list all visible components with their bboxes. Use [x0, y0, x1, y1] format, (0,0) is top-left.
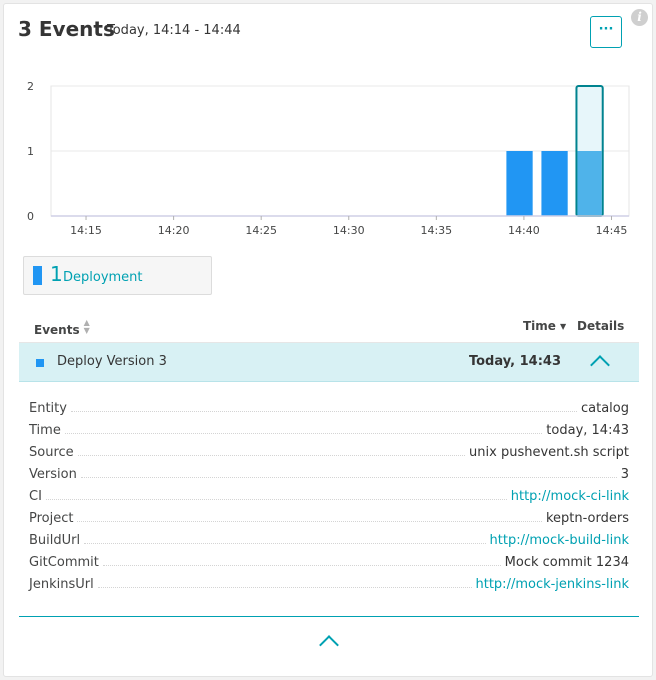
event-type-marker [36, 359, 44, 367]
detail-key: Version [29, 467, 77, 482]
detail-row: CI http://mock-ci-link [29, 489, 629, 511]
column-header-details: Details [577, 319, 625, 333]
detail-key: Project [29, 511, 74, 526]
detail-value: Mock commit 1234 [504, 555, 629, 570]
dotted-leader [84, 533, 486, 544]
x-tick-label: 14:15 [70, 224, 102, 237]
detail-link[interactable]: http://mock-jenkins-link [476, 577, 630, 592]
dotted-leader [77, 511, 542, 522]
table-row[interactable]: Deploy Version 3 Today, 14:43 [19, 343, 639, 382]
detail-key: Entity [29, 401, 67, 416]
column-header-events[interactable]: Events▲ ▼ [34, 318, 90, 338]
x-tick-label: 14:25 [245, 224, 277, 237]
detail-row: Source unix pushevent.sh script [29, 445, 629, 467]
dotted-leader [64, 423, 543, 434]
detail-row: Entity catalog [29, 401, 629, 423]
time-range-label: Today, 14:14 - 14:44 [107, 23, 241, 38]
bar [541, 151, 568, 216]
sort-icon: ▲ ▼ [83, 318, 90, 335]
legend-label: Deployment [63, 270, 143, 285]
x-tick-label: 14:45 [596, 224, 628, 237]
legend-deployment[interactable]: 1 Deployment [23, 256, 212, 295]
y-tick-label: 2 [27, 80, 34, 93]
divider [19, 616, 639, 617]
detail-value: unix pushevent.sh script [469, 445, 629, 460]
detail-row: BuildUrl http://mock-build-link [29, 533, 629, 555]
dotted-leader [77, 445, 466, 456]
detail-row: GitCommit Mock commit 1234 [29, 555, 629, 577]
events-chart: 0 1 2 14:15 14:20 14:25 14:30 14:35 14:40 14:45 [27, 80, 630, 237]
more-options-button[interactable]: ··· [590, 16, 622, 48]
info-icon[interactable]: i [631, 9, 648, 26]
detail-key: Time [29, 423, 61, 438]
bar [577, 151, 602, 215]
x-tick-label: 14:40 [508, 224, 540, 237]
detail-value: today, 14:43 [546, 423, 629, 438]
column-header-events-label: Events [34, 323, 80, 337]
detail-link[interactable]: http://mock-ci-link [511, 489, 629, 504]
dotted-leader [102, 555, 501, 566]
detail-key: JenkinsUrl [29, 577, 94, 592]
detail-row: JenkinsUrl http://mock-jenkins-link [29, 577, 629, 599]
bar [506, 151, 533, 216]
detail-row: Project keptn-orders [29, 511, 629, 533]
detail-link[interactable]: http://mock-build-link [490, 533, 629, 548]
event-name: Deploy Version 3 [57, 354, 167, 369]
sort-desc-icon: ▼ [559, 322, 567, 331]
event-time: Today, 14:43 [468, 354, 561, 369]
detail-value: keptn-orders [545, 511, 629, 526]
y-tick-label: 1 [27, 145, 34, 158]
detail-value: 3 [620, 467, 629, 482]
detail-key: Source [29, 445, 74, 460]
column-header-time-label: Time [523, 319, 556, 333]
collapse-details-icon[interactable] [590, 355, 610, 375]
dotted-leader [70, 401, 577, 412]
x-tick-label: 14:20 [158, 224, 190, 237]
column-header-time[interactable]: Time ▼ [523, 319, 566, 333]
detail-key: GitCommit [29, 555, 99, 570]
detail-row: Time today, 14:43 [29, 423, 629, 445]
legend-count: 1 [50, 262, 63, 286]
detail-key: BuildUrl [29, 533, 81, 548]
dotted-leader [80, 467, 617, 478]
detail-value: catalog [581, 401, 629, 416]
page-title: 3 Events [18, 17, 115, 41]
legend-swatch [33, 266, 42, 285]
dotted-leader [45, 489, 507, 500]
detail-row: Version 3 [29, 467, 629, 489]
dotted-leader [97, 577, 472, 588]
y-tick-label: 0 [27, 210, 34, 223]
x-tick-label: 14:30 [333, 224, 365, 237]
detail-key: CI [29, 489, 42, 504]
x-tick-label: 14:35 [420, 224, 452, 237]
